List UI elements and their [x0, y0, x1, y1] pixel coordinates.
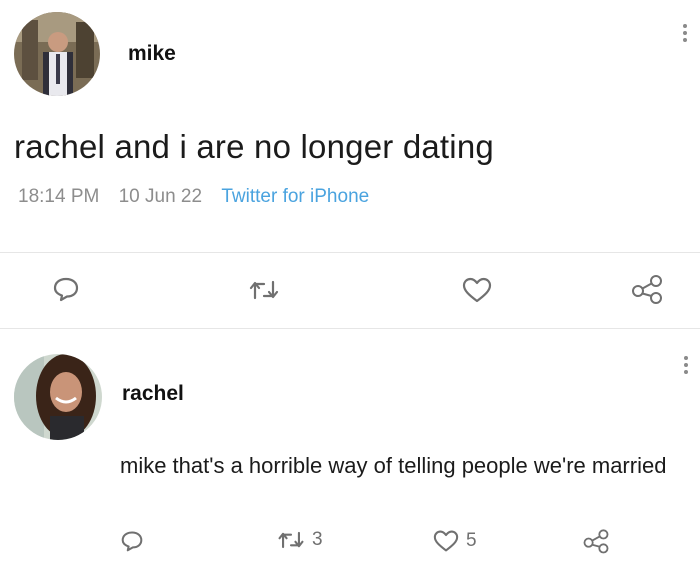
- comment-icon: [53, 277, 79, 302]
- heart-icon: [462, 277, 492, 303]
- tweet-meta: 18:14 PM 10 Jun 22 Twitter for iPhone: [18, 186, 369, 208]
- tweet-text: rachel and i are no longer dating: [14, 128, 494, 165]
- divider-bottom: [0, 328, 700, 329]
- reply-reply-button[interactable]: [120, 530, 144, 552]
- reply-share-button[interactable]: [582, 528, 610, 554]
- tweet-like-button[interactable]: [461, 276, 493, 304]
- reply-text: mike that's a horrible way of telling pe…: [120, 453, 667, 478]
- reply-retweet-count: 3: [312, 529, 323, 550]
- share-icon: [632, 275, 662, 304]
- reply-more-icon[interactable]: [684, 356, 690, 374]
- rachel-avatar-image: [14, 354, 102, 440]
- reply-retweet-button[interactable]: 3: [276, 529, 323, 551]
- mike-avatar[interactable]: [14, 12, 100, 96]
- tweet-time: 18:14 PM: [18, 186, 100, 207]
- retweet-icon: [249, 280, 279, 300]
- tweet-author-name[interactable]: mike: [128, 42, 176, 66]
- tweet-retweet-button[interactable]: [247, 278, 281, 302]
- divider-top: [0, 252, 700, 253]
- tweet-reply-button[interactable]: [52, 276, 80, 302]
- retweet-icon: [278, 531, 304, 549]
- tweet-share-button[interactable]: [630, 274, 664, 304]
- mike-avatar-image: [14, 12, 100, 96]
- rachel-avatar[interactable]: [14, 354, 102, 440]
- reply-like-button[interactable]: 5: [432, 529, 477, 553]
- heart-icon: [433, 530, 459, 552]
- tweet-source-link[interactable]: Twitter for iPhone: [221, 186, 369, 207]
- tweet-date: 10 Jun 22: [118, 186, 203, 207]
- reply-author-name[interactable]: rachel: [122, 382, 184, 406]
- comment-icon: [121, 531, 143, 552]
- share-icon: [583, 529, 609, 554]
- tweet-more-icon[interactable]: [683, 24, 689, 42]
- reply-like-count: 5: [466, 530, 477, 551]
